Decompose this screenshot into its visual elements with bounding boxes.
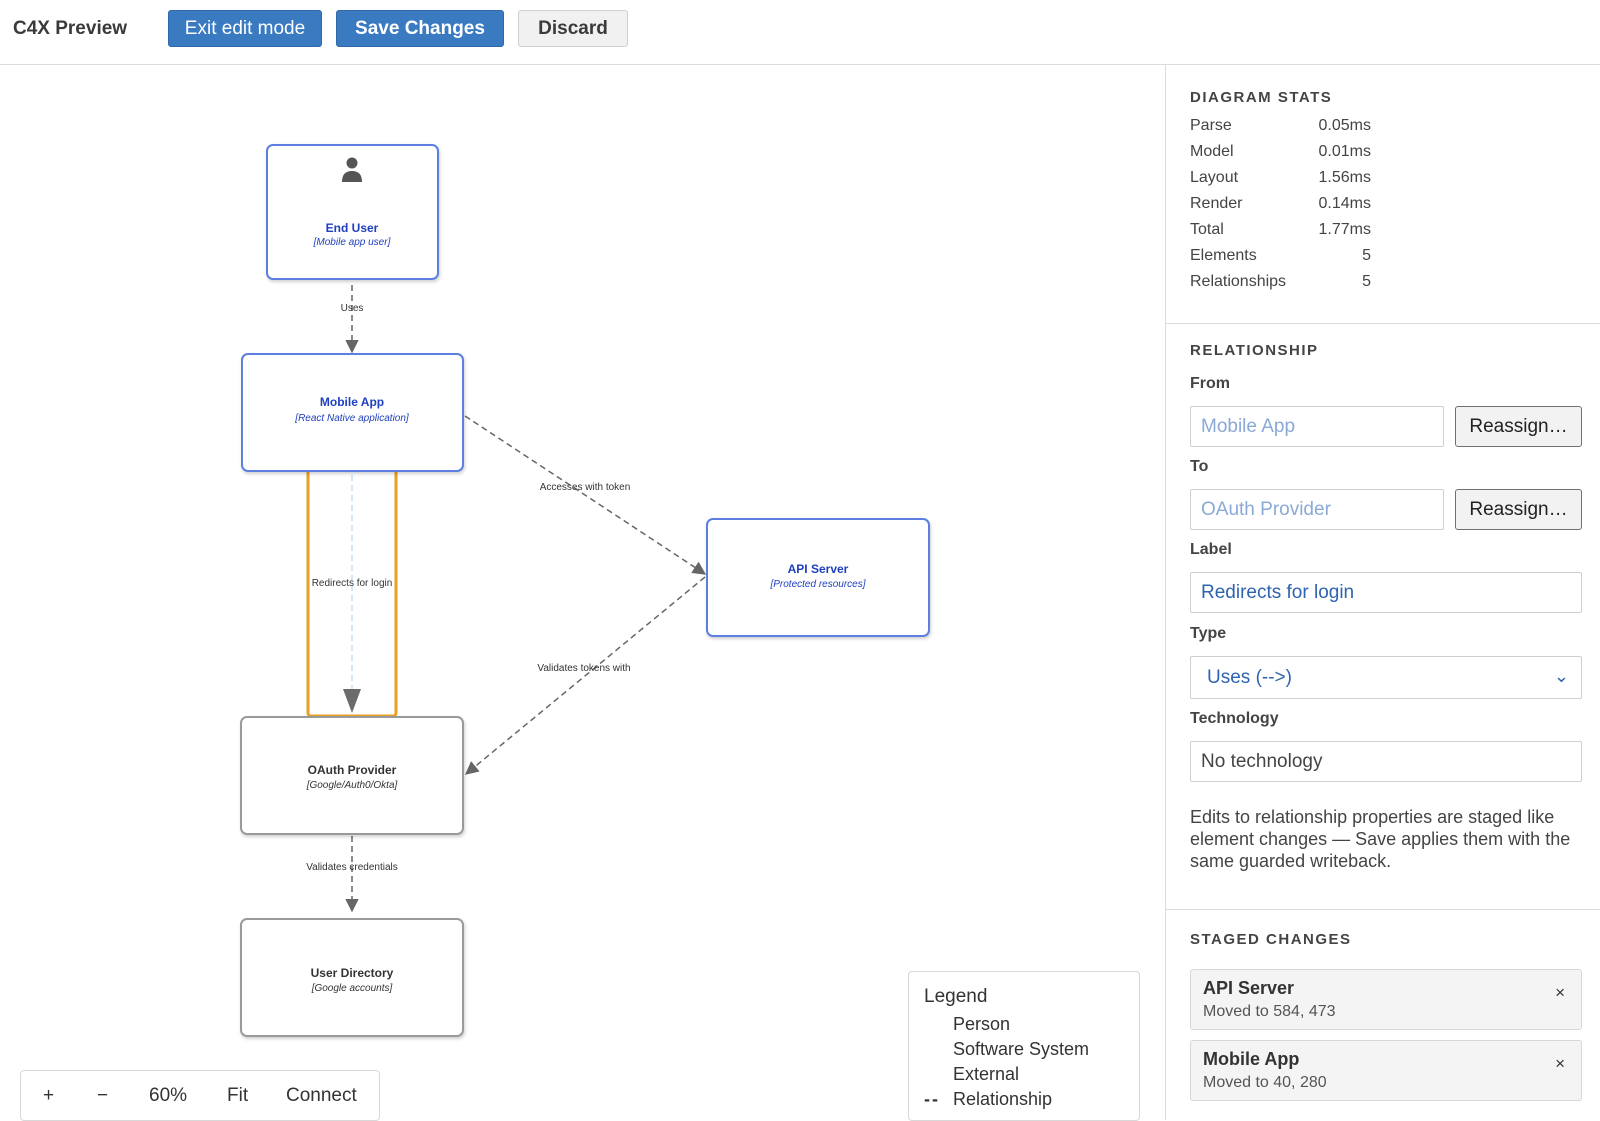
stat-label: Total <box>1190 221 1224 238</box>
stat-value: 1.56ms <box>1318 169 1371 186</box>
relationship-header: RELATIONSHIP <box>1190 342 1319 359</box>
legend-item-software-system: Software System <box>953 1039 1090 1059</box>
edge-label-validates-tokens: Validates tokens with <box>537 663 630 674</box>
node-title-user-directory: User Directory <box>311 966 394 980</box>
type-label: Type <box>1190 625 1227 642</box>
node-tech-end-user: [Mobile app user] <box>313 237 391 248</box>
stat-label: Render <box>1190 195 1243 212</box>
node-tech-api-server: [Protected resources] <box>769 579 865 590</box>
legend-title: Legend <box>924 986 988 1007</box>
staged-change-detail: Moved to 584, 473 <box>1203 1003 1336 1020</box>
divider <box>1166 909 1600 910</box>
connect-button[interactable]: Connect <box>286 1085 357 1107</box>
save-changes-button[interactable]: Save Changes <box>336 10 504 47</box>
node-api-server[interactable] <box>706 518 930 637</box>
edge-validates-credentials[interactable]: Validates credentials <box>306 836 398 913</box>
stat-label: Elements <box>1190 247 1257 264</box>
stat-label: Parse <box>1190 117 1232 134</box>
from-label: From <box>1190 375 1230 392</box>
divider <box>1166 323 1600 324</box>
label-input[interactable]: Redirects for login <box>1190 572 1582 613</box>
stat-label: Layout <box>1190 169 1239 186</box>
node-tech-user-directory: [Google accounts] <box>311 983 393 994</box>
node-title-api-server: API Server <box>788 562 849 576</box>
staged-changes-header: STAGED CHANGES <box>1190 931 1352 948</box>
relationship-help-text: Edits to relationship properties are sta… <box>1190 807 1571 871</box>
diagram-svg[interactable]: Uses Accesses with token Validates token… <box>0 65 1165 1120</box>
legend-item-person: Person <box>953 1014 1011 1034</box>
stat-value: 0.01ms <box>1318 143 1371 160</box>
stat-value: 1.77ms <box>1318 221 1371 238</box>
stat-value: 0.14ms <box>1318 195 1371 212</box>
label-label: Label <box>1190 541 1232 558</box>
legend-dash-icon: -- <box>924 1089 940 1109</box>
staged-change-detail: Moved to 40, 280 <box>1203 1074 1327 1091</box>
edge-label-redirects: Redirects for login <box>312 578 393 589</box>
node-title-end-user: End User <box>326 221 379 235</box>
node-title-mobile-app: Mobile App <box>320 395 384 409</box>
technology-input[interactable]: No technology <box>1190 741 1582 782</box>
zoom-out-button[interactable]: − <box>97 1085 108 1107</box>
stats-header: DIAGRAM STATS <box>1190 89 1333 106</box>
fit-button[interactable]: Fit <box>227 1085 248 1107</box>
edge-uses[interactable]: Uses <box>341 285 364 354</box>
app-title: C4X Preview <box>13 18 128 39</box>
edge-accesses-with-token[interactable]: Accesses with token <box>464 415 707 575</box>
legend-item-external: External <box>953 1064 1020 1084</box>
from-field[interactable]: Mobile App <box>1190 406 1444 447</box>
properties-panel: DIAGRAM STATS Parse 0.05ms Model 0.01ms … <box>1165 65 1600 1120</box>
type-select[interactable]: Uses (-->) ⌄ <box>1190 656 1582 699</box>
to-field[interactable]: OAuth Provider <box>1190 489 1444 530</box>
chevron-down-icon: ⌄ <box>1553 666 1569 686</box>
edge-label-validates-credentials: Validates credentials <box>306 862 398 873</box>
staged-change-title: API Server <box>1203 978 1295 998</box>
reassign-to-button[interactable]: Reassign… <box>1455 489 1582 530</box>
node-tech-mobile-app: [React Native application] <box>294 413 409 424</box>
staged-change-item[interactable]: Mobile App Moved to 40, 280 × <box>1190 1040 1582 1101</box>
diagram-canvas[interactable]: Uses Accesses with token Validates token… <box>0 65 1165 1120</box>
discard-button[interactable]: Discard <box>518 10 628 47</box>
stat-value: 5 <box>1362 273 1371 290</box>
zoom-level: 60% <box>149 1085 188 1106</box>
type-select-value: Uses (-->) <box>1207 666 1292 688</box>
technology-label: Technology <box>1190 710 1279 727</box>
top-toolbar: C4X Preview Exit edit mode Save Changes … <box>0 0 1600 65</box>
reassign-from-button[interactable]: Reassign… <box>1455 406 1582 447</box>
staged-change-title: Mobile App <box>1203 1049 1300 1069</box>
stat-value: 0.05ms <box>1318 117 1371 134</box>
edge-redirects-for-login-selected[interactable]: Redirects for login <box>306 467 398 718</box>
zoom-toolbar: + − 60% Fit Connect <box>20 1070 380 1121</box>
edge-label-accesses: Accesses with token <box>540 482 631 493</box>
legend: Legend Person Software System External -… <box>908 971 1140 1121</box>
to-label: To <box>1190 458 1209 475</box>
legend-item-relationship: Relationship <box>953 1089 1053 1109</box>
edge-validates-tokens-with[interactable]: Validates tokens with <box>464 576 706 775</box>
close-icon[interactable]: × <box>1555 983 1565 1003</box>
zoom-in-button[interactable]: + <box>43 1085 54 1107</box>
edge-label-uses: Uses <box>341 303 364 314</box>
exit-edit-mode-button[interactable]: Exit edit mode <box>168 10 322 47</box>
stat-value: 5 <box>1362 247 1371 264</box>
staged-change-item[interactable]: API Server Moved to 584, 473 × <box>1190 969 1582 1030</box>
node-tech-oauth-provider: [Google/Auth0/Okta] <box>306 780 398 791</box>
stat-label: Relationships <box>1190 273 1287 290</box>
close-icon[interactable]: × <box>1555 1054 1565 1074</box>
node-title-oauth-provider: OAuth Provider <box>308 763 397 777</box>
stat-label: Model <box>1190 143 1234 160</box>
